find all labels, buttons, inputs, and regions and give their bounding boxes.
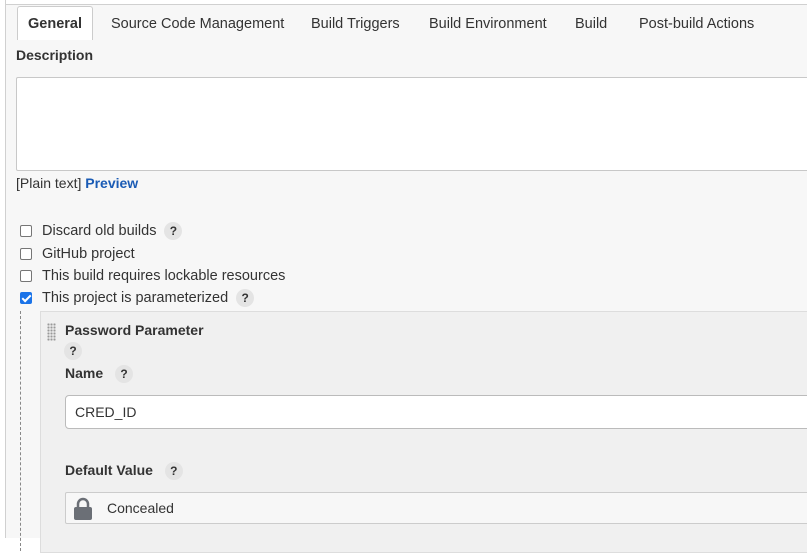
description-textarea[interactable] — [16, 77, 807, 171]
tab-post-build-actions[interactable]: Post-build Actions — [639, 9, 754, 39]
drag-handle-icon[interactable] — [47, 323, 56, 341]
parameterized-label: This project is parameterized — [42, 290, 229, 306]
parameter-section-dashed-line — [20, 311, 21, 551]
parameter-name-input[interactable]: CRED_ID — [65, 395, 807, 429]
default-value-label-text: Default Value — [65, 462, 153, 478]
github-project-label: GitHub project — [42, 246, 135, 262]
discard-old-builds-help-icon[interactable]: ? — [164, 222, 183, 240]
default-value-label: Default Value ? — [65, 462, 183, 480]
default-value-concealed-field[interactable]: Concealed — [65, 492, 807, 524]
description-format: [Plain text] Preview — [16, 175, 138, 191]
tab-build-environment[interactable]: Build Environment — [429, 9, 547, 39]
lockable-resources-label: This build requires lockable resources — [42, 268, 286, 284]
discard-old-builds-label: Discard old builds — [42, 223, 157, 239]
discard-old-builds-checkbox[interactable] — [20, 225, 32, 237]
parameterized-help-icon[interactable]: ? — [236, 289, 255, 307]
option-discard-old-builds[interactable]: Discard old builds ? — [20, 221, 183, 241]
parameterized-checkbox[interactable] — [20, 292, 32, 304]
default-value-help-icon[interactable]: ? — [164, 462, 183, 480]
job-config-form: General Source Code Management Build Tri… — [6, 5, 807, 553]
option-github-project[interactable]: GitHub project — [20, 244, 135, 264]
lockable-resources-checkbox[interactable] — [20, 270, 32, 282]
concealed-value-text: Concealed — [107, 500, 174, 516]
name-label-text: Name — [65, 365, 104, 381]
tab-general[interactable]: General — [17, 6, 93, 40]
option-parameterized[interactable]: This project is parameterized ? — [20, 288, 255, 308]
name-label: Name ? — [65, 365, 134, 383]
parameter-title: Password Parameter — [65, 322, 204, 338]
lock-icon — [73, 497, 93, 521]
option-lockable-resources[interactable]: This build requires lockable resources — [20, 266, 285, 286]
preview-link[interactable]: Preview — [85, 175, 138, 191]
parameter-help-icon[interactable]: ? — [64, 342, 82, 360]
description-label: Description — [16, 47, 94, 63]
tab-build[interactable]: Build — [575, 9, 607, 39]
tab-source-code-management[interactable]: Source Code Management — [111, 9, 284, 39]
plain-text-label: [Plain text] — [16, 175, 82, 191]
github-project-checkbox[interactable] — [20, 248, 32, 260]
config-tabbar: General Source Code Management Build Tri… — [6, 5, 807, 40]
name-help-icon[interactable]: ? — [115, 365, 134, 383]
tab-build-triggers[interactable]: Build Triggers — [311, 9, 400, 39]
